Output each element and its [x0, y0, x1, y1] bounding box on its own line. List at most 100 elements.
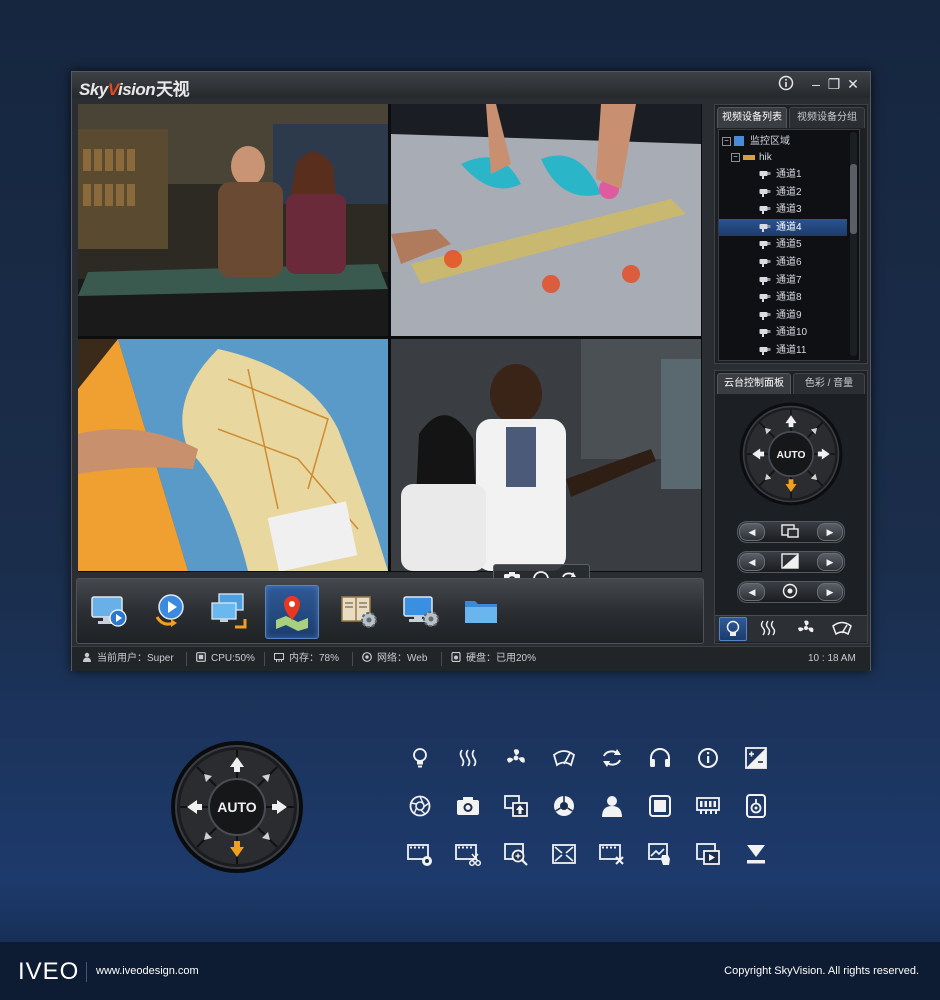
- disk-icon: [746, 794, 766, 818]
- tab-device-group[interactable]: 视频设备分组: [789, 107, 865, 128]
- tree-channel[interactable]: 通道10: [719, 324, 847, 341]
- scroll-thumb[interactable]: [850, 164, 857, 234]
- zoom-in-out-icon: [504, 795, 528, 817]
- video-playback-icon: [696, 843, 720, 865]
- light-button[interactable]: [719, 617, 747, 641]
- zoom-icon: [780, 523, 800, 539]
- info-button[interactable]: [777, 75, 795, 93]
- aperture-icon: [780, 583, 800, 599]
- zoom-in-button[interactable]: ▶: [817, 523, 843, 541]
- wiper-icon: [552, 750, 576, 767]
- video-tile-4[interactable]: [391, 339, 701, 571]
- camera-icon: [759, 223, 771, 232]
- close-button[interactable]: ✕: [844, 75, 862, 93]
- video-grid: [78, 104, 702, 594]
- wiper-button[interactable]: [829, 617, 855, 639]
- dock-map[interactable]: [265, 585, 319, 639]
- tree-channel-label: 通道10: [776, 327, 808, 339]
- tab-ptz-control[interactable]: 云台控制面板: [717, 373, 791, 394]
- folder-icon: [465, 601, 497, 623]
- tree-channel[interactable]: 通道11: [719, 342, 847, 359]
- title-bar: SkyVision天视 – ❐ ✕: [72, 72, 870, 99]
- book-settings-icon: [341, 596, 377, 628]
- tree-root-label: 监控区域: [750, 136, 790, 147]
- bulb-icon: [726, 620, 740, 636]
- iris-control: ◀ ▶: [737, 581, 845, 603]
- focus-far-button[interactable]: ▶: [817, 553, 843, 571]
- dock-live-view[interactable]: [83, 585, 135, 637]
- camera-icon: [759, 206, 771, 215]
- exposure-icon: [745, 747, 767, 769]
- user-icon: [83, 652, 91, 662]
- clip-film-icon: [455, 844, 481, 867]
- footer-url[interactable]: www.iveodesign.com: [96, 965, 199, 977]
- tree-root[interactable]: − 监控区域: [719, 133, 847, 150]
- tree-scrollbar[interactable]: [850, 132, 857, 356]
- collapse-icon[interactable]: −: [731, 153, 740, 162]
- tree-channel[interactable]: 通道9: [719, 307, 847, 324]
- fan-icon: [507, 749, 525, 763]
- map-pin-icon: [276, 596, 308, 631]
- tab-color-volume[interactable]: 色彩 / 音量: [793, 373, 865, 394]
- tree-channel[interactable]: 通道5: [719, 236, 847, 253]
- tree-channel-label: 通道6: [776, 257, 802, 268]
- tree-channel-label: 通道5: [776, 239, 802, 251]
- icon-set-showcase: [405, 745, 785, 875]
- monitor-settings-icon: [403, 596, 439, 627]
- dock-files[interactable]: [455, 585, 507, 637]
- camera-icon: [759, 329, 771, 338]
- device-tree: − 监控区域 − hik 通道1 通道2 通道3 通道4 通道5 通道6 通道7 通道8 通道9…: [718, 129, 860, 361]
- camera-icon: [759, 188, 771, 197]
- disk-icon: [451, 652, 461, 662]
- color-wheel-icon: [554, 796, 574, 816]
- fan-icon: [798, 620, 814, 633]
- fan-button[interactable]: [793, 617, 819, 639]
- video-tile-3[interactable]: [78, 339, 388, 571]
- video-tile-1[interactable]: [78, 104, 388, 336]
- store-scene-image: [78, 104, 388, 336]
- focus-near-button[interactable]: ◀: [739, 553, 765, 571]
- heater-button[interactable]: [755, 617, 781, 639]
- tree-device[interactable]: − hik: [719, 149, 847, 166]
- memory-icon: [274, 653, 284, 662]
- dock-multi-screen[interactable]: [203, 585, 255, 637]
- camera-icon: [759, 347, 771, 355]
- fullscreen-icon: [552, 844, 576, 864]
- tree-channel[interactable]: 通道4: [719, 218, 847, 236]
- film-close-icon: [599, 844, 624, 865]
- map-touchscreen-image: [78, 339, 388, 571]
- page-footer: IVEO www.iveodesign.com Copyright SkyVis…: [0, 942, 940, 1000]
- zoom-control: ◀ ▶: [737, 521, 845, 543]
- tree-channel[interactable]: 通道8: [719, 289, 847, 306]
- touch-table-image: [391, 104, 701, 336]
- status-bar: 当前用户：Super CPU:50% 内存：78% 网络：Web 硬盘：已用20…: [72, 646, 870, 671]
- restore-button[interactable]: ❐: [825, 75, 843, 93]
- iris-open-button[interactable]: ▶: [817, 583, 843, 601]
- cpu-icon: [196, 652, 206, 662]
- iveo-logo: IVEO: [18, 958, 80, 985]
- zoom-out-button[interactable]: ◀: [739, 523, 765, 541]
- iris-close-button[interactable]: ◀: [739, 583, 765, 601]
- tree-channel-label: 通道9: [776, 309, 802, 321]
- dock-config-book[interactable]: [333, 585, 385, 637]
- exposure-icon: [780, 553, 800, 569]
- tab-device-list[interactable]: 视频设备列表: [717, 107, 787, 128]
- minimize-button[interactable]: –: [807, 75, 825, 93]
- tree-channel[interactable]: 通道1: [719, 166, 847, 183]
- tree-channel[interactable]: 通道6: [719, 254, 847, 271]
- ptz-joystick[interactable]: AUTO: [738, 401, 844, 507]
- video-tile-2[interactable]: [391, 104, 701, 336]
- camera-icon: [759, 311, 771, 320]
- status-network: 网络：Web: [362, 652, 427, 666]
- dock-system-settings[interactable]: [395, 585, 447, 637]
- camera-icon: [759, 171, 771, 179]
- tree-channel[interactable]: 通道3: [719, 201, 847, 218]
- heat-icon: [459, 749, 477, 767]
- tree-channel[interactable]: 通道7: [719, 272, 847, 289]
- info-icon: [778, 75, 794, 91]
- dock-playback[interactable]: [143, 585, 195, 637]
- collapse-icon[interactable]: −: [722, 137, 731, 146]
- camera-icon: [759, 276, 771, 285]
- memory-icon: [696, 797, 720, 814]
- tree-channel[interactable]: 通道2: [719, 184, 847, 201]
